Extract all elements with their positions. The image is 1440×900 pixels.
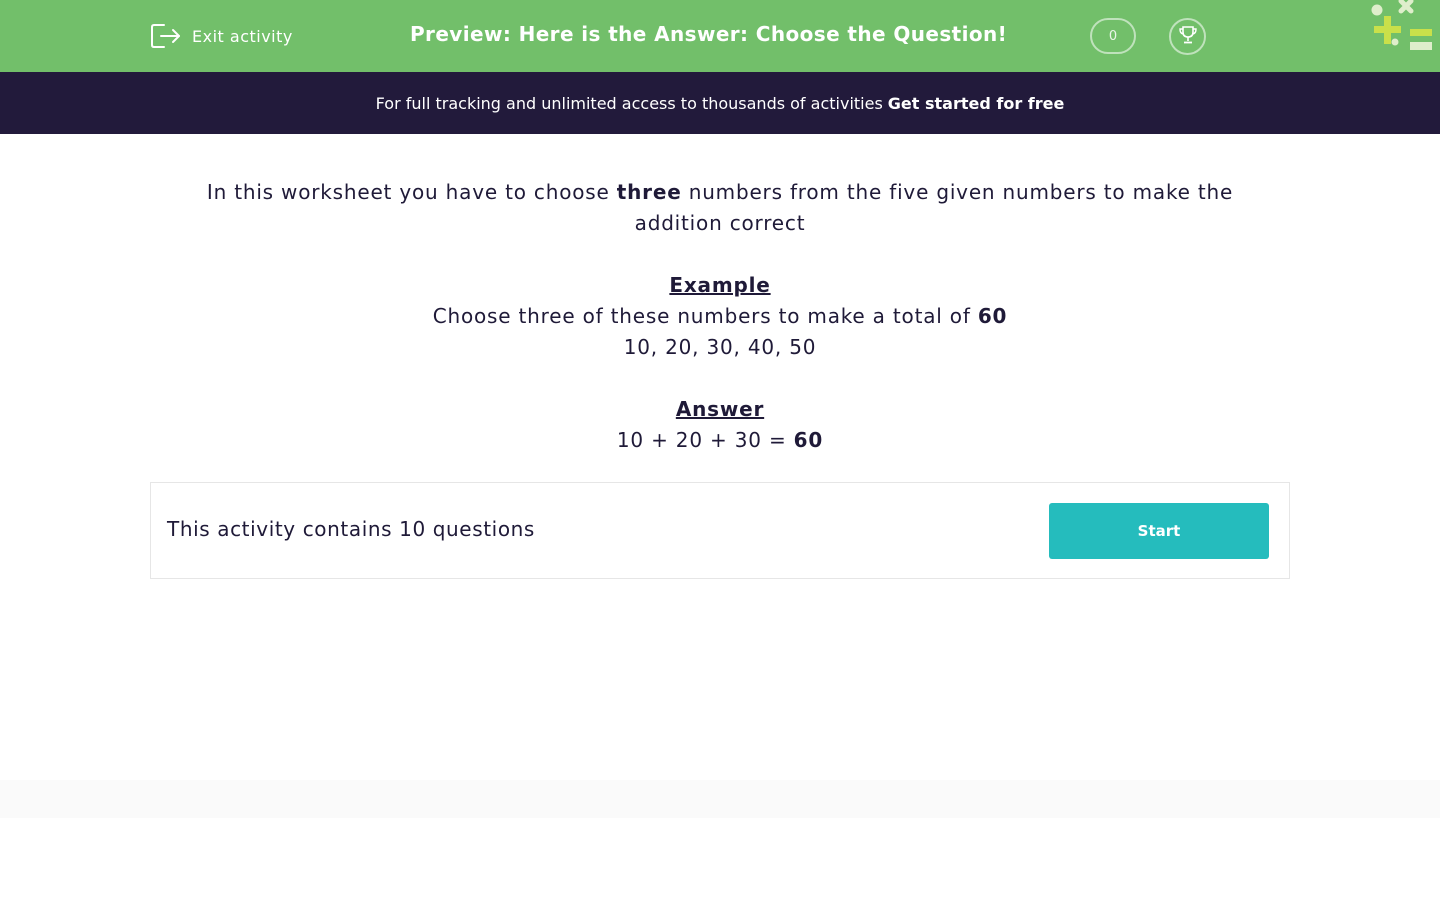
exit-activity-button[interactable]: Exit activity — [150, 20, 293, 52]
example-heading: Example — [669, 273, 771, 297]
answer-equation: 10 + 20 + 30 = 60 — [160, 425, 1280, 456]
worksheet-instructions: In this worksheet you have to choose thr… — [160, 177, 1280, 239]
example-question: Choose three of these numbers to make a … — [160, 301, 1280, 332]
exit-icon — [150, 22, 182, 50]
instructions-text-end: numbers from the five given numbers to m… — [634, 180, 1234, 235]
start-button[interactable]: Start — [1049, 503, 1269, 559]
answer-section: Answer 10 + 20 + 30 = 60 — [160, 394, 1280, 456]
example-section: Example Choose three of these numbers to… — [160, 270, 1280, 363]
maths-symbols-decoration — [1371, 0, 1432, 50]
question-count-text: This activity contains 10 questions — [167, 517, 535, 541]
promo-banner: For full tracking and unlimited access t… — [0, 72, 1440, 134]
page-title: Preview: Here is the Answer: Choose the … — [410, 22, 1008, 46]
trophy-button[interactable] — [1169, 18, 1206, 55]
promo-text: For full tracking and unlimited access t… — [375, 93, 883, 113]
exit-activity-label: Exit activity — [192, 26, 293, 46]
example-numbers: 10, 20, 30, 40, 50 — [623, 335, 817, 359]
top-header: Exit activity Preview: Here is the Answe… — [0, 0, 1440, 72]
instructions-text-start: In this worksheet you have to choose — [206, 180, 617, 204]
answer-result: 60 — [793, 428, 824, 452]
answer-equation-text: 10 + 20 + 30 = — [616, 428, 794, 452]
get-started-link[interactable]: Get started for free — [888, 94, 1065, 113]
instructions-emphasis: three — [616, 180, 682, 204]
activity-card: This activity contains 10 questions Star… — [150, 482, 1290, 579]
footer-band — [0, 780, 1440, 818]
score-counter: 0 — [1090, 18, 1136, 54]
example-question-text: Choose three of these numbers to make a … — [432, 304, 978, 328]
example-total: 60 — [977, 304, 1008, 328]
trophy-icon — [1177, 24, 1199, 50]
answer-heading: Answer — [675, 397, 765, 421]
